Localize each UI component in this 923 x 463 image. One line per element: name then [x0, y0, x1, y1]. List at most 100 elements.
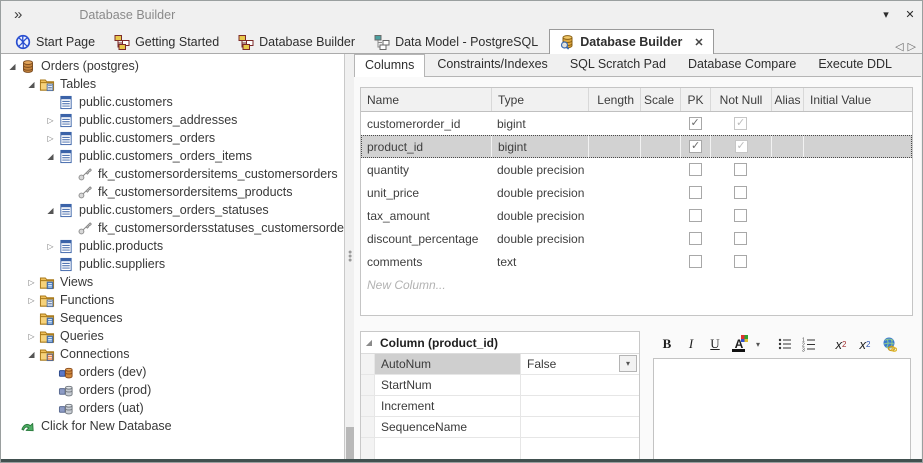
property-panel-header[interactable]: ◢ Column (product_id) [361, 332, 639, 354]
panel-splitter[interactable]: ●●● [346, 54, 354, 459]
tree-expander-icon[interactable]: ◢ [5, 62, 20, 71]
tree-item-tables[interactable]: ◢Tables [1, 75, 344, 93]
not-null-checkbox[interactable] [734, 255, 747, 268]
property-row-increment[interactable]: Increment [361, 396, 639, 417]
table-row-quantity[interactable]: quantitydouble precision [361, 158, 912, 181]
tree-item-click-for-new-database[interactable]: Click for New Database [1, 417, 344, 435]
tree-expander-icon[interactable]: ◢ [24, 80, 39, 89]
property-row-autonum[interactable]: AutoNumFalse▾ [361, 354, 639, 375]
table-row-discount_percentage[interactable]: discount_percentagedouble precision [361, 227, 912, 250]
tree-expander-icon[interactable]: ▷ [43, 116, 58, 125]
subtab-database-compare[interactable]: Database Compare [678, 54, 806, 76]
column-header-type[interactable]: Type [491, 88, 588, 111]
table-row-comments[interactable]: commentstext [361, 250, 912, 273]
property-row-startnum[interactable]: StartNum [361, 375, 639, 396]
tab-getting-started[interactable]: Getting Started [106, 31, 227, 53]
column-header-not-null[interactable]: Not Null [710, 88, 771, 111]
column-header-length[interactable]: Length [588, 88, 640, 111]
font-color-caret-button[interactable]: ▾ [753, 334, 763, 354]
tree-expander-icon[interactable]: ◢ [43, 152, 58, 161]
tab-scroll-right-icon[interactable]: ▷ [908, 40, 916, 53]
tree-item-fk-customersordersstatuses-customersorders[interactable]: fk_customersordersstatuses_customersorde… [1, 219, 344, 237]
window-dropdown-icon[interactable]: ▾ [874, 8, 898, 21]
new-note-document-button[interactable] [919, 334, 923, 354]
window-close-icon[interactable]: ✕ [898, 8, 922, 21]
not-null-checkbox[interactable] [734, 163, 747, 176]
tree-item-functions[interactable]: ▷Functions [1, 291, 344, 309]
table-row-tax_amount[interactable]: tax_amountdouble precision [361, 204, 912, 227]
underline-button[interactable]: U [705, 334, 725, 354]
tree-item-orders-postgres-[interactable]: ◢Orders (postgres) [1, 57, 344, 75]
tree-item-public-customers-orders-statuses[interactable]: ◢public.customers_orders_statuses [1, 201, 344, 219]
bullet-list-button[interactable] [775, 334, 795, 354]
tab-data-model-postgresql[interactable]: Data Model - PostgreSQL [366, 31, 546, 53]
tree-item-views[interactable]: ▷Views [1, 273, 344, 291]
subscript-button[interactable]: x2 [855, 334, 875, 354]
tree-expander-icon[interactable]: ◢ [43, 206, 58, 215]
tree-item-public-customers-orders-items[interactable]: ◢public.customers_orders_items [1, 147, 344, 165]
tree-item-public-products[interactable]: ▷public.products [1, 237, 344, 255]
tree-item-public-suppliers[interactable]: public.suppliers [1, 255, 344, 273]
pk-checkbox[interactable] [689, 186, 702, 199]
tree-expander-icon[interactable]: ▷ [43, 134, 58, 143]
bold-button[interactable]: B [657, 334, 677, 354]
not-null-checkbox[interactable] [735, 140, 748, 153]
pk-checkbox[interactable] [689, 117, 702, 130]
tree-item-orders-prod-[interactable]: orders (prod) [1, 381, 344, 399]
not-null-checkbox[interactable] [734, 186, 747, 199]
pk-checkbox[interactable] [689, 255, 702, 268]
subtab-columns[interactable]: Columns [354, 54, 425, 77]
pk-checkbox[interactable] [689, 209, 702, 222]
tab-database-builder[interactable]: Database Builder✕ [549, 29, 713, 54]
tree-item-public-customers[interactable]: public.customers [1, 93, 344, 111]
column-header-scale[interactable]: Scale [640, 88, 680, 111]
column-header-name[interactable]: Name [361, 88, 491, 111]
numbered-list-button[interactable]: 123 [799, 334, 819, 354]
dropdown-button[interactable]: ▾ [619, 355, 637, 372]
property-value[interactable] [521, 396, 639, 416]
tab-close-icon[interactable]: ✕ [694, 36, 703, 49]
tree-item-orders-uat-[interactable]: orders (uat) [1, 399, 344, 417]
tree-expander-icon[interactable]: ◢ [24, 350, 39, 359]
tree-expander-icon[interactable]: ▷ [24, 332, 39, 341]
property-row-sequencename[interactable]: SequenceName [361, 417, 639, 438]
table-row-customerorder_id[interactable]: customerorder_idbigint [361, 112, 912, 135]
tree-expander-icon[interactable]: ▷ [24, 296, 39, 305]
tab-start-page[interactable]: Start Page [7, 31, 103, 53]
italic-button[interactable]: I [681, 334, 701, 354]
table-row-unit_price[interactable]: unit_pricedouble precision [361, 181, 912, 204]
tree-item-fk-customersordersitems-products[interactable]: fk_customersordersitems_products [1, 183, 344, 201]
subtab-sql-scratch-pad[interactable]: SQL Scratch Pad [560, 54, 676, 76]
column-header-pk[interactable]: PK [680, 88, 710, 111]
notes-editor[interactable] [653, 358, 911, 460]
subtab-constraints-indexes[interactable]: Constraints/Indexes [427, 54, 557, 76]
tree-item-connections[interactable]: ◢Connections [1, 345, 344, 363]
menu-chevrons-icon[interactable]: » [14, 6, 21, 23]
tree-item-sequences[interactable]: Sequences [1, 309, 344, 327]
tree-item-queries[interactable]: ▷Queries [1, 327, 344, 345]
tab-database-builder[interactable]: Database Builder [230, 31, 363, 53]
pk-checkbox[interactable] [689, 232, 702, 245]
not-null-checkbox[interactable] [734, 209, 747, 222]
not-null-checkbox[interactable] [734, 117, 747, 130]
font-color-button[interactable]: A [729, 334, 749, 354]
not-null-checkbox[interactable] [734, 232, 747, 245]
column-header-alias[interactable]: Alias [771, 88, 803, 111]
new-column-row[interactable]: New Column... [361, 273, 912, 296]
superscript-button[interactable]: x2 [831, 334, 851, 354]
property-value[interactable] [521, 417, 639, 437]
table-row-product_id[interactable]: product_idbigint [361, 135, 912, 158]
tree-item-public-customers-orders[interactable]: ▷public.customers_orders [1, 129, 344, 147]
tree-item-fk-customersordersitems-customersorders[interactable]: fk_customersordersitems_customersorders [1, 165, 344, 183]
tree-item-orders-dev-[interactable]: orders (dev) [1, 363, 344, 381]
tree-expander-icon[interactable]: ▷ [24, 278, 39, 287]
tree-expander-icon[interactable]: ▷ [43, 242, 58, 251]
tab-scroll-left-icon[interactable]: ◁ [895, 40, 903, 53]
subtab-execute-ddl[interactable]: Execute DDL [808, 54, 902, 76]
pk-checkbox[interactable] [689, 140, 702, 153]
hyperlink-button[interactable] [879, 334, 899, 354]
column-header-initial-value[interactable]: Initial Value [803, 88, 912, 111]
collapse-triangle-icon[interactable]: ◢ [361, 338, 377, 347]
property-value[interactable]: False▾ [521, 354, 639, 374]
pk-checkbox[interactable] [689, 163, 702, 176]
